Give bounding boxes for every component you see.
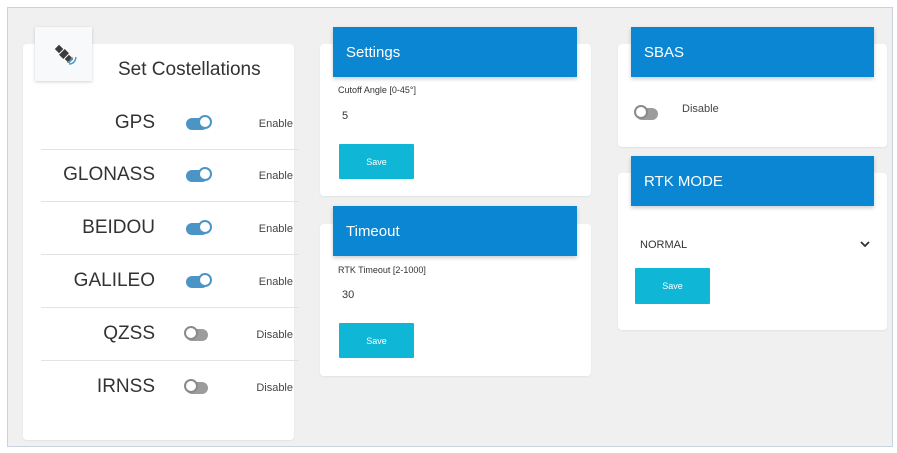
constellation-state: Enable bbox=[258, 276, 293, 288]
constellation-state: Enable bbox=[258, 118, 293, 130]
constellations-card: Set Costellations GPS Enable GLONASS Ena… bbox=[23, 44, 299, 440]
sbas-header: SBAS bbox=[631, 27, 874, 77]
timeout-header: Timeout bbox=[333, 206, 577, 256]
constellation-state: Enable bbox=[258, 223, 293, 235]
constellation-row-glonass: GLONASS Enable bbox=[41, 150, 299, 202]
satellite-icon bbox=[54, 44, 77, 65]
rtk-timeout-label: RTK Timeout [2-1000] bbox=[338, 265, 426, 275]
constellation-name: GLONASS bbox=[63, 164, 155, 185]
toggle-knob bbox=[634, 105, 648, 119]
irnss-toggle[interactable] bbox=[184, 379, 208, 394]
sbas-state: Disable bbox=[682, 103, 719, 115]
rtk-mode-header: RTK MODE bbox=[631, 156, 874, 206]
gps-toggle[interactable] bbox=[186, 115, 212, 130]
cutoff-angle-label: Cutoff Angle [0-45°] bbox=[338, 85, 416, 95]
rtk-mode-select[interactable]: NORMAL bbox=[640, 235, 870, 255]
constellation-name: QZSS bbox=[103, 323, 155, 344]
constellation-state: Disable bbox=[256, 382, 293, 394]
galileo-toggle[interactable] bbox=[186, 273, 212, 288]
constellation-state: Enable bbox=[258, 170, 293, 182]
constellation-state: Disable bbox=[256, 329, 293, 341]
settings-header: Settings bbox=[333, 27, 577, 77]
constellation-row-gps: GPS Enable bbox=[41, 98, 299, 150]
toggle-knob bbox=[184, 326, 198, 340]
toggle-knob bbox=[198, 273, 212, 287]
constellation-row-galileo: GALILEO Enable bbox=[41, 256, 299, 308]
settings-save-button[interactable]: Save bbox=[339, 144, 414, 179]
cutoff-angle-input[interactable]: 5 bbox=[342, 110, 348, 122]
constellation-row-irnss: IRNSS Disable bbox=[41, 362, 299, 414]
qzss-toggle[interactable] bbox=[184, 326, 208, 341]
rtk-mode-selected: NORMAL bbox=[640, 239, 688, 251]
constellation-name: BEIDOU bbox=[82, 217, 155, 238]
toggle-knob bbox=[198, 167, 212, 181]
chevron-down-icon bbox=[860, 241, 870, 248]
rtk-timeout-input[interactable]: 30 bbox=[342, 289, 354, 301]
rtk-mode-save-button[interactable]: Save bbox=[635, 268, 710, 304]
toggle-knob bbox=[198, 115, 212, 129]
toggle-knob bbox=[198, 220, 212, 234]
timeout-save-button[interactable]: Save bbox=[339, 323, 414, 358]
constellation-row-qzss: QZSS Disable bbox=[41, 309, 299, 361]
beidou-toggle[interactable] bbox=[186, 220, 212, 235]
sbas-toggle[interactable] bbox=[634, 105, 658, 120]
glonass-toggle[interactable] bbox=[186, 167, 212, 182]
constellations-title: Set Costellations bbox=[118, 59, 261, 80]
satellite-icon-tile bbox=[35, 27, 92, 81]
constellation-name: GPS bbox=[114, 112, 155, 133]
toggle-knob bbox=[184, 379, 198, 393]
constellation-name: GALILEO bbox=[73, 270, 155, 291]
constellation-name: IRNSS bbox=[96, 376, 155, 397]
constellation-row-beidou: BEIDOU Enable bbox=[41, 203, 299, 255]
